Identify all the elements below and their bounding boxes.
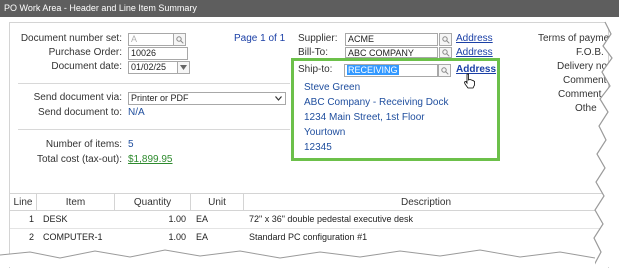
torn-edge-overlay — [0, 17, 619, 267]
